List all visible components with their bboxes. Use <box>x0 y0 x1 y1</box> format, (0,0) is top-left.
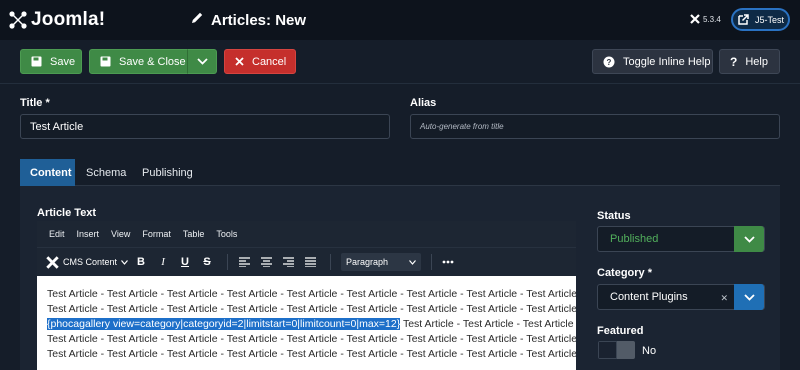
align-center-icon[interactable] <box>257 253 275 271</box>
save-button[interactable]: Save <box>20 49 82 74</box>
save-dropdown-toggle[interactable] <box>187 49 217 74</box>
joomla-logo-icon <box>9 11 27 29</box>
header-bar: Joomla! Articles: New 5.3.4 J5-Test <box>0 0 800 40</box>
cms-content-label: CMS Content <box>63 257 118 267</box>
action-toolbar: Save Save & Close Cancel ? Toggle Inline… <box>0 40 800 84</box>
featured-label: Featured <box>597 325 644 337</box>
toggle-track <box>598 341 617 359</box>
cancel-label: Cancel <box>252 55 287 68</box>
featured-value: No <box>642 345 657 357</box>
user-menu-button[interactable]: J5-Test <box>731 8 790 31</box>
alias-input[interactable]: Auto-generate from title <box>410 114 780 139</box>
joomla-small-icon <box>690 14 700 24</box>
status-select[interactable]: Published <box>597 226 765 252</box>
save-icon <box>31 56 42 67</box>
toolbar-divider <box>227 254 229 270</box>
save-icon <box>100 56 111 67</box>
menu-format[interactable]: Format <box>142 229 171 239</box>
menu-tools[interactable]: Tools <box>216 229 237 239</box>
help-label: Help <box>745 55 768 68</box>
align-left-icon[interactable] <box>235 253 253 271</box>
category-value: Content Plugins <box>610 291 688 303</box>
selected-shortcode: {phocagallery view=category|categoryid=2… <box>47 318 401 330</box>
toolbar-divider <box>330 254 332 270</box>
toolbar-divider <box>431 254 433 270</box>
page-title: Articles: New <box>190 11 306 29</box>
version-text: 5.3.4 <box>703 14 721 24</box>
alias-label: Alias <box>410 97 437 109</box>
chevron-down-icon <box>196 58 208 65</box>
block-format-value: Paragraph <box>346 257 389 267</box>
cancel-button[interactable]: Cancel <box>224 49 296 74</box>
menu-view[interactable]: View <box>111 229 130 239</box>
editor-text-fragment: Test Article - Test Article - Test Artic… <box>400 318 576 330</box>
editor-text-line: Test Article - Test Article - Test Artic… <box>47 348 576 360</box>
menu-insert[interactable]: Insert <box>77 229 100 239</box>
editor-text-line: Test Article - Test Article - Test Artic… <box>47 333 576 345</box>
editor-menubar: Edit Insert View Format Table Tools <box>37 221 576 248</box>
category-label: Category * <box>597 267 653 279</box>
close-icon <box>235 57 244 66</box>
menu-table[interactable]: Table <box>183 229 205 239</box>
svg-text:?: ? <box>607 58 612 67</box>
tab-publishing[interactable]: Publishing <box>132 159 203 186</box>
status-dropdown-toggle[interactable] <box>734 226 764 252</box>
featured-toggle[interactable] <box>598 341 635 359</box>
category-dropdown-toggle[interactable] <box>734 284 764 310</box>
toggle-inline-help-button[interactable]: ? Toggle Inline Help <box>592 49 713 74</box>
chevron-down-icon <box>743 235 755 243</box>
underline-icon[interactable]: U <box>176 253 194 271</box>
version-badge[interactable]: 5.3.4 <box>690 14 721 24</box>
status-label: Status <box>597 210 631 222</box>
tab-schema[interactable]: Schema <box>76 159 136 186</box>
toggle-knob <box>617 341 635 359</box>
block-format-select[interactable]: Paragraph <box>341 253 422 271</box>
help-button[interactable]: ? Help <box>719 49 780 74</box>
more-options-icon[interactable] <box>439 253 457 271</box>
pencil-icon <box>190 11 204 29</box>
save-close-button[interactable]: Save & Close <box>89 49 188 74</box>
status-value: Published <box>610 233 659 245</box>
bold-icon[interactable]: B <box>132 253 150 271</box>
chevron-down-icon <box>121 259 128 265</box>
chevron-down-icon <box>409 259 416 265</box>
joomla-small-icon <box>46 255 59 269</box>
article-editor: Edit Insert View Format Table Tools CMS … <box>37 221 576 370</box>
article-text-label: Article Text <box>37 207 97 219</box>
chevron-down-icon <box>743 293 755 301</box>
joomla-logo[interactable]: Joomla! <box>8 9 105 31</box>
question-icon: ? <box>730 54 738 69</box>
editor-text-line: Test Article - Test Article - Test Artic… <box>47 303 576 315</box>
toggle-help-label: Toggle Inline Help <box>623 55 711 68</box>
editor-text-line: Test Article - Test Article - Test Artic… <box>47 288 576 300</box>
editor-content-area[interactable]: Test Article - Test Article - Test Artic… <box>37 276 576 370</box>
menu-edit[interactable]: Edit <box>49 229 65 239</box>
external-link-icon <box>738 14 749 25</box>
title-input[interactable]: Test Article <box>20 114 390 139</box>
logo-text: Joomla! <box>31 9 106 30</box>
page-title-text: Articles: New <box>211 11 307 29</box>
italic-icon[interactable]: I <box>154 253 172 271</box>
question-circle-icon: ? <box>603 56 615 68</box>
save-close-label: Save & Close <box>119 55 186 68</box>
cms-content-button[interactable]: CMS Content <box>46 255 128 269</box>
title-label: Title * <box>20 97 50 109</box>
tab-bar: Content Schema Publishing <box>20 159 780 186</box>
align-justify-icon[interactable] <box>301 253 319 271</box>
clear-icon[interactable]: ✕ <box>720 293 728 304</box>
save-label: Save <box>50 55 76 68</box>
tab-content[interactable]: Content <box>20 159 75 186</box>
editor-toolbar: CMS Content B I U S Paragraph <box>37 248 576 276</box>
user-name: J5-Test <box>755 14 785 25</box>
category-select[interactable]: Content Plugins ✕ <box>597 284 765 310</box>
editor-text-line: {phocagallery view=category|categoryid=2… <box>47 317 576 332</box>
align-right-icon[interactable] <box>279 253 297 271</box>
strikethrough-icon[interactable]: S <box>198 253 216 271</box>
